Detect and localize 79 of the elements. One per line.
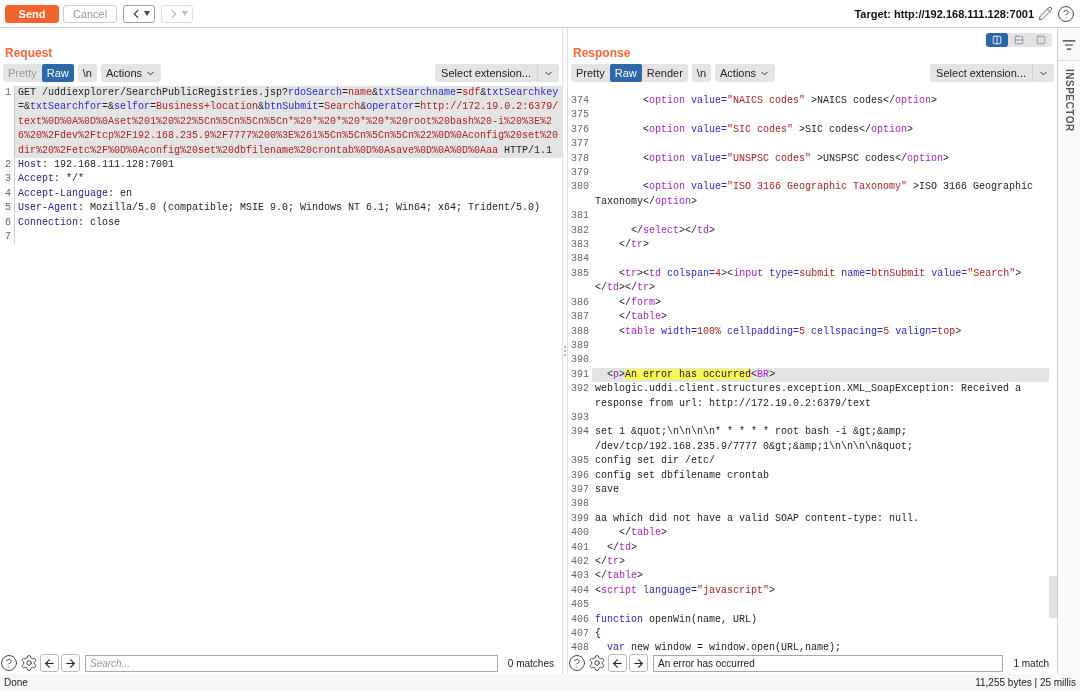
- line-number: 406: [570, 612, 590, 627]
- line-number: 382: [570, 223, 590, 238]
- line-number: 399: [570, 511, 590, 526]
- help-icon[interactable]: [0, 654, 18, 672]
- line-number: 403: [570, 569, 590, 584]
- next-button[interactable]: [61, 654, 80, 672]
- line-number: 397: [570, 482, 590, 497]
- line-number: 390: [570, 353, 590, 368]
- view-tab[interactable]: Raw: [41, 64, 74, 82]
- arrow-left-icon: [611, 656, 624, 670]
- settings-icon[interactable]: [20, 654, 38, 672]
- arrow-right-icon: [632, 656, 645, 670]
- newline-toggle[interactable]: \n: [691, 64, 711, 82]
- line-number: 384: [570, 252, 590, 267]
- line-number: 374: [570, 94, 590, 108]
- line-number: 408: [570, 641, 590, 652]
- drag-handle-icon[interactable]: [564, 346, 566, 356]
- line-number: 378: [570, 151, 590, 166]
- line-number: 404: [570, 583, 590, 598]
- line-number: 393: [570, 410, 590, 425]
- view-tab[interactable]: Raw: [609, 64, 642, 82]
- line-number: 376: [570, 122, 590, 137]
- line-number: 405: [570, 598, 590, 613]
- next-button[interactable]: [629, 654, 648, 672]
- arrow-left-icon: [43, 656, 56, 670]
- response-stats: 11,255 bytes | 25 millis: [975, 677, 1076, 688]
- inspector-title[interactable]: INSPECTOR: [1063, 69, 1075, 132]
- caret-icon: [181, 11, 188, 16]
- line-number: 380: [570, 180, 590, 195]
- status-text: Done: [4, 677, 28, 688]
- panel-title: Response: [573, 46, 631, 60]
- line-number: 379: [570, 166, 590, 181]
- line-number: 389: [570, 338, 590, 353]
- line-number: 7: [0, 230, 15, 245]
- line-number: 387: [570, 310, 590, 325]
- view-tab[interactable]: Render: [641, 64, 688, 82]
- line-number: 402: [570, 555, 590, 569]
- search-field[interactable]: An error has occurred: [653, 654, 1004, 672]
- back-button[interactable]: [123, 4, 155, 23]
- pencil-icon[interactable]: [1038, 6, 1053, 21]
- panel-title: Request: [5, 46, 53, 60]
- line-number: 395: [570, 454, 590, 469]
- line-number: 386: [570, 295, 590, 310]
- actions-menu[interactable]: Actions: [715, 64, 776, 82]
- extension-select[interactable]: Select extension...: [435, 64, 559, 82]
- scrollbar-thumb[interactable]: [1049, 576, 1057, 618]
- line-number: 375: [570, 108, 590, 123]
- line-number: 401: [570, 540, 590, 555]
- view-tab[interactable]: Pretty: [571, 64, 610, 82]
- layout-icon: [1014, 35, 1024, 45]
- line-number: 385: [570, 266, 590, 281]
- line-number: 400: [570, 526, 590, 541]
- newline-toggle[interactable]: \n: [77, 64, 97, 82]
- arrow-right-icon: [64, 656, 77, 670]
- line-number: 396: [570, 468, 590, 483]
- line-number: 377: [570, 137, 590, 152]
- layout-toggle[interactable]: [986, 33, 1008, 47]
- match-count: 0 matches: [506, 657, 555, 669]
- line-number: 388: [570, 324, 590, 339]
- layout-icon: [1036, 35, 1046, 45]
- previous-button[interactable]: [608, 654, 627, 672]
- extension-select[interactable]: Select extension...: [930, 64, 1054, 82]
- layout-icon: [992, 35, 1002, 45]
- match-count: 1 match: [1012, 657, 1050, 669]
- line-number: 392: [570, 382, 590, 397]
- actions-menu[interactable]: Actions: [100, 64, 161, 82]
- line-number: 394: [570, 425, 590, 440]
- line-number: 383: [570, 238, 590, 253]
- settings-icon[interactable]: [588, 654, 606, 672]
- caret-icon: [143, 11, 150, 16]
- target-label: Target: http://192.168.111.128:7001: [854, 7, 1034, 20]
- line-number: 391: [570, 367, 590, 382]
- search-field[interactable]: Search...: [85, 654, 498, 672]
- previous-button[interactable]: [40, 654, 59, 672]
- help-icon[interactable]: [568, 654, 586, 672]
- line-number: 381: [570, 209, 590, 224]
- help-icon[interactable]: [1057, 4, 1075, 23]
- line-number: 407: [570, 627, 590, 642]
- line-number: 398: [570, 497, 590, 512]
